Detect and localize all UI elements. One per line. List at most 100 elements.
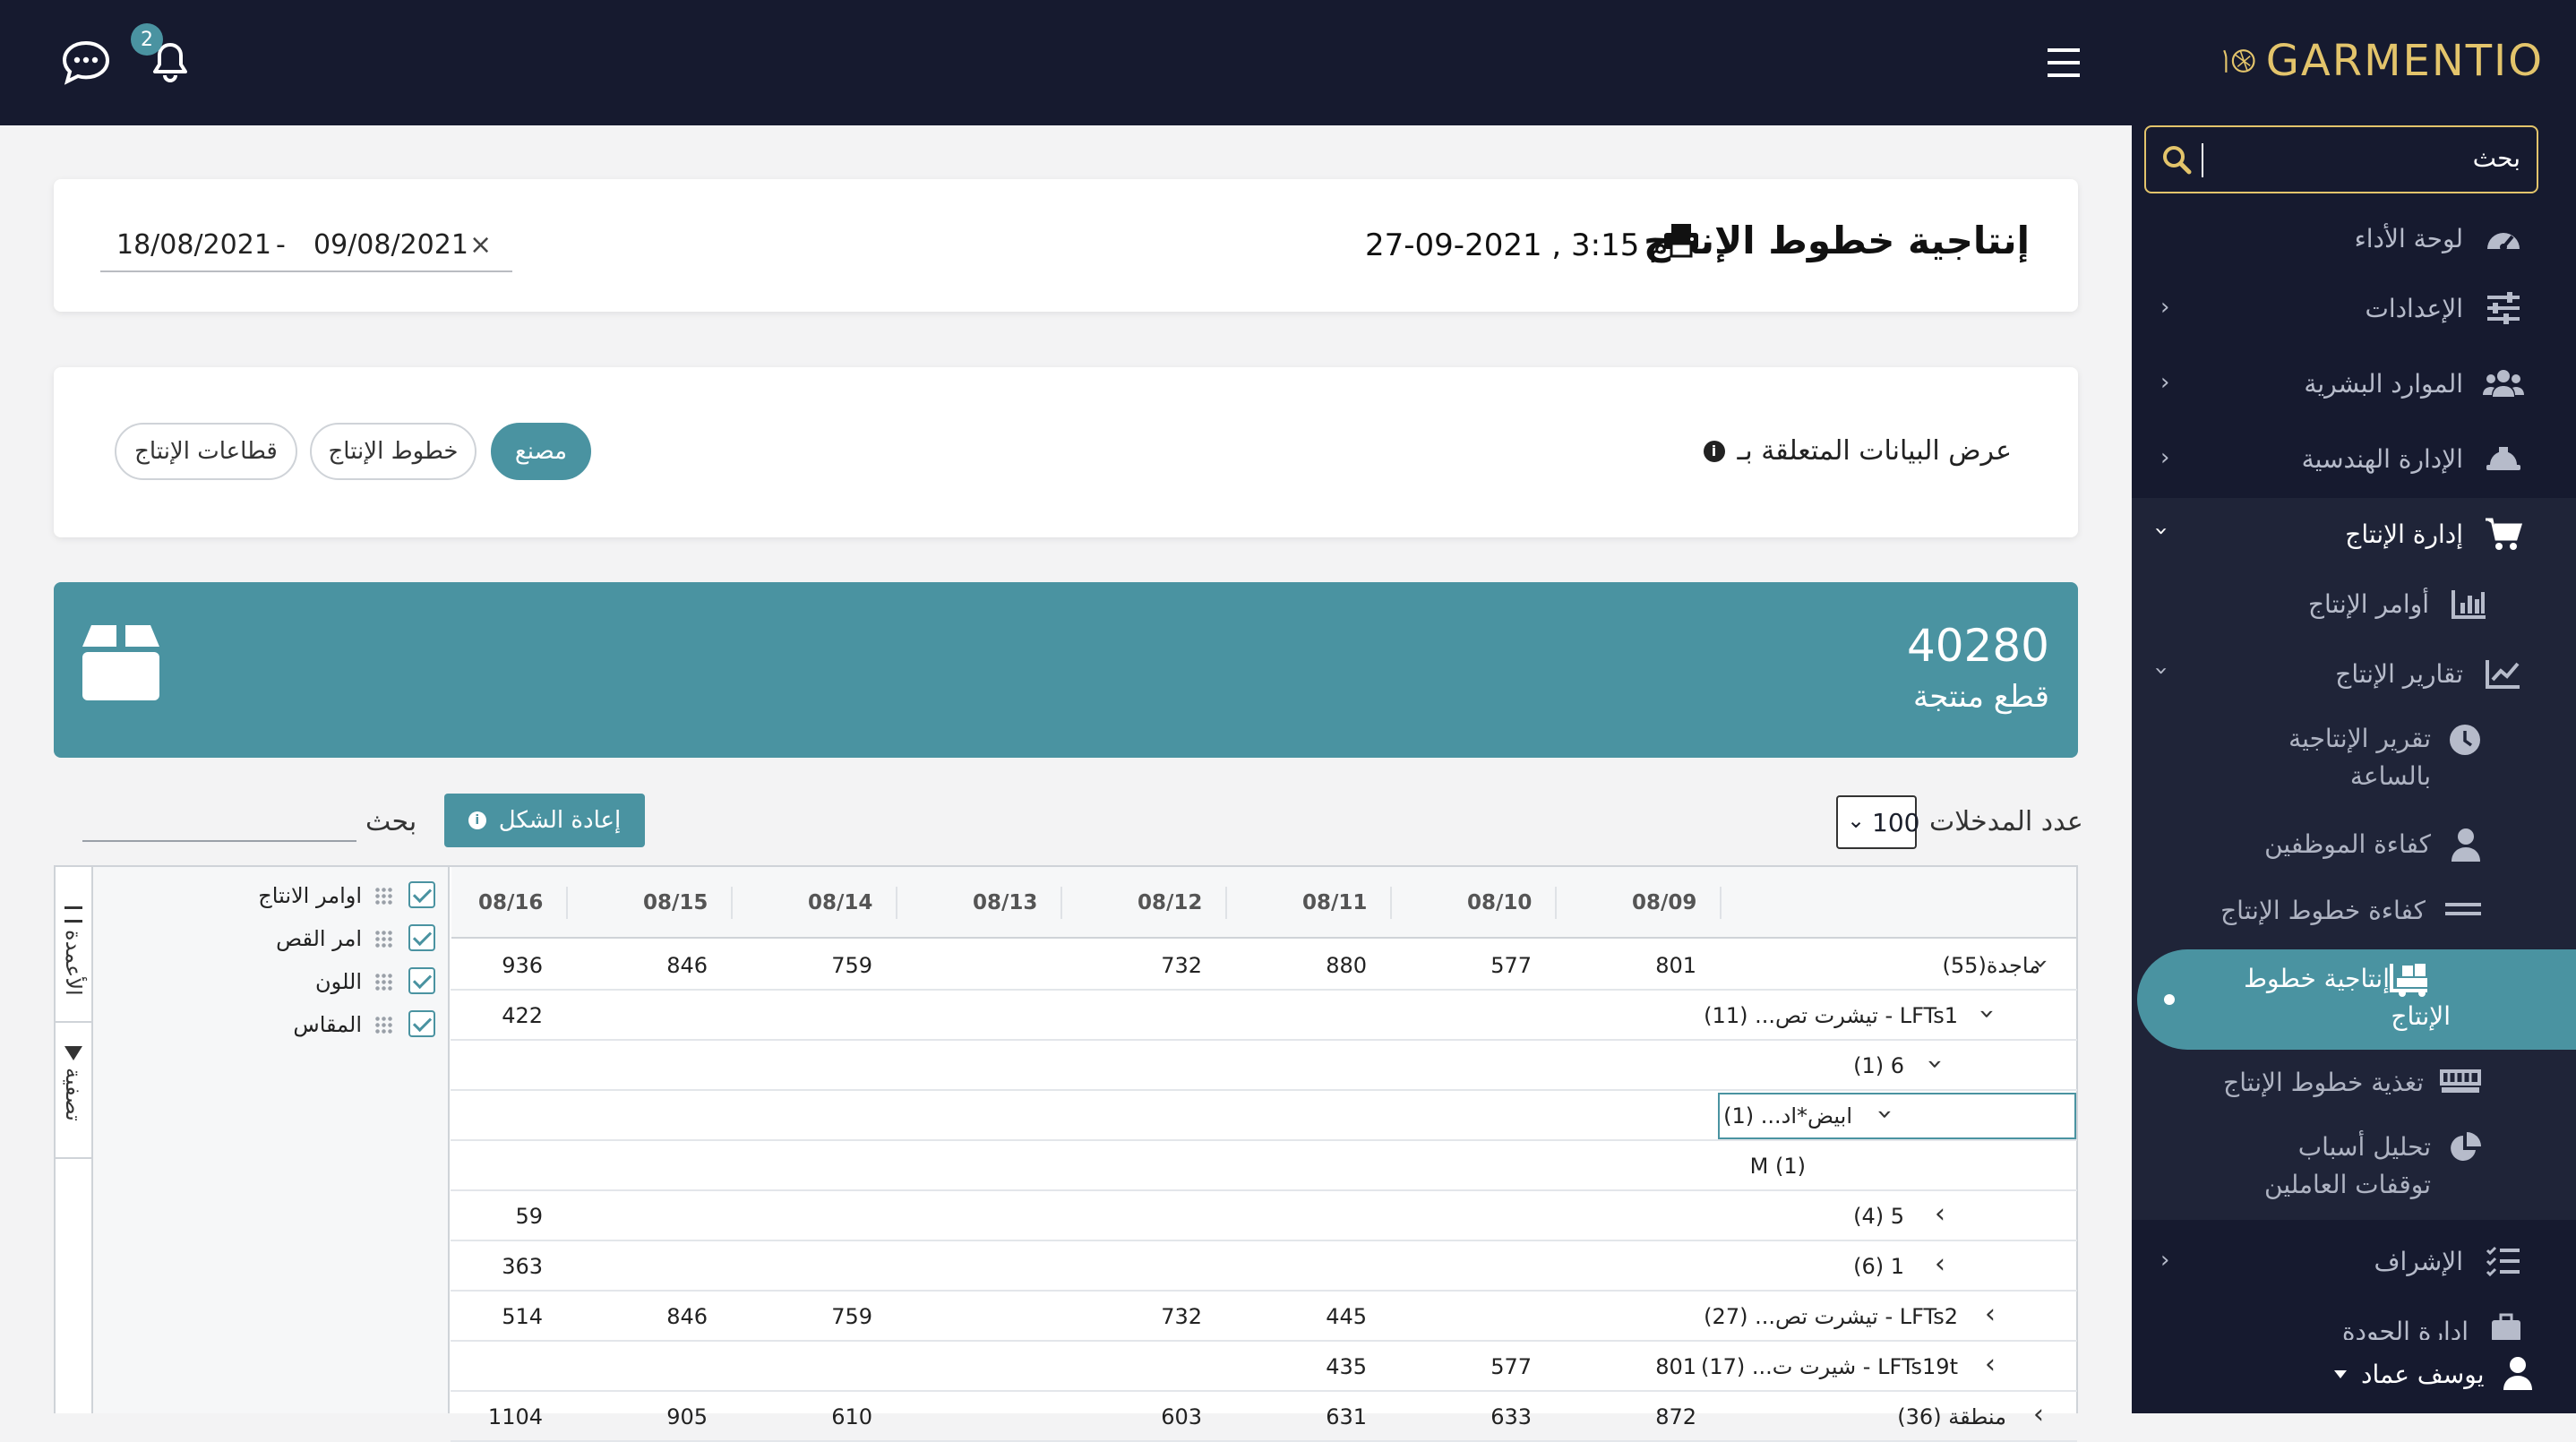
chat-icon[interactable] [61, 39, 111, 86]
date-range-end: 09/08/2021 [313, 229, 468, 261]
checkbox[interactable] [408, 967, 435, 994]
sidebar-subitem-line-productivity[interactable]: إنتاجية خطوط الإنتاج [2137, 949, 2576, 1050]
sidebar-item-label: الإدارة الهندسية [2301, 443, 2463, 474]
chevron-down-icon: ⌄ [1847, 808, 1866, 833]
entries-select[interactable]: ⌄ 100 [1836, 795, 1920, 849]
table-cell: 732 [1161, 953, 1202, 978]
reset-layout-button[interactable]: إعادة الشكل i [444, 794, 645, 847]
notification-badge: 2 [131, 23, 163, 56]
column-separator [896, 887, 897, 919]
side-tab-filter[interactable]: تصفية [56, 1043, 93, 1159]
group-field-label: المقاس [293, 1012, 362, 1037]
collapse-chevron-icon[interactable]: › [2033, 1399, 2044, 1431]
filter-option-production-lines[interactable]: خطوط الإنتاج [310, 423, 477, 480]
sidebar-subitem-employee-efficiency[interactable]: كفاءة الموظفين [2185, 826, 2481, 867]
table-cell: 732 [1161, 1304, 1202, 1329]
column-header[interactable]: 08/10 [1467, 891, 1532, 914]
filter-option-factory[interactable]: مصنع [491, 423, 591, 480]
sidebar-item-quality[interactable]: إدارة الجودة [2293, 1308, 2522, 1343]
chevron-right-icon: › [2160, 444, 2170, 471]
user-footer[interactable]: يوسف عماد [2132, 1340, 2576, 1413]
box-icon [82, 625, 159, 704]
collapse-chevron-icon[interactable]: › [1935, 1198, 1945, 1231]
row-group-label: منطقة (36) [1897, 1404, 2006, 1429]
checkbox[interactable] [408, 881, 435, 908]
sidebar-item-production-reports[interactable]: تقارير الإنتاج [2166, 645, 2524, 702]
table-cell: 514 [502, 1304, 543, 1329]
column-separator [731, 887, 733, 919]
page-title: إنتاجية خطوط الإنتاج [1644, 219, 2030, 262]
expand-chevron-icon[interactable]: › [1971, 1009, 2003, 1019]
checkbox[interactable] [408, 1010, 435, 1037]
sidebar-item-label: تقارير الإنتاج [2335, 658, 2463, 689]
table-row[interactable] [451, 1191, 2077, 1241]
entries-value: 100 [1872, 808, 1920, 837]
filter-option-production-sectors[interactable]: قطاعات الإنتاج [115, 423, 297, 480]
group-field[interactable]: امر القص [125, 923, 448, 958]
sidebar-item-production-management[interactable]: إدارة الإنتاج [2166, 505, 2524, 562]
group-field[interactable]: اوامر الانتاج [125, 880, 448, 915]
table-search-label: بحث [365, 806, 417, 837]
collapse-chevron-icon[interactable]: › [1935, 1249, 1945, 1281]
cart-icon [2483, 513, 2524, 554]
column-header[interactable]: 08/11 [1302, 891, 1367, 914]
sidebar-item-supervision[interactable]: الإشراف [2166, 1232, 2524, 1290]
row-group-label: LFTs1 - تيشرت تص... (11) [1704, 1003, 1958, 1028]
print-icon[interactable] [1662, 222, 1700, 262]
table-search-input[interactable] [82, 801, 356, 842]
table-cell: 445 [1326, 1304, 1367, 1329]
clear-date-button[interactable]: × [469, 229, 492, 261]
date-range-separator: - [276, 229, 286, 261]
column-header[interactable]: 08/09 [1632, 891, 1696, 914]
table-row[interactable] [451, 1041, 2077, 1091]
expand-chevron-icon[interactable]: › [1919, 1059, 1951, 1069]
table-cell: 880 [1326, 953, 1367, 978]
table-row[interactable] [451, 1241, 2077, 1292]
sidebar-item-settings[interactable]: الإعدادات [2166, 279, 2524, 337]
search-icon [2160, 143, 2193, 179]
sidebar-subitem-downtime-analysis[interactable]: تحليل أسباب توقفات العاملين [2185, 1129, 2481, 1215]
column-header[interactable]: 08/15 [643, 891, 708, 914]
chevron-down-icon: › [2148, 665, 2176, 676]
sidebar-subitem-label: كفاءة خطوط الإنتاج [2220, 896, 2426, 925]
table-cell: 577 [1490, 953, 1532, 978]
clock-icon [2449, 724, 2481, 760]
table-row[interactable] [451, 1141, 2077, 1191]
sidebar-search[interactable]: بحث [2144, 125, 2538, 193]
sidebar-subitem-hourly-productivity[interactable]: تقرير الإنتاجية بالساعة [2185, 720, 2481, 806]
table-cell: 577 [1490, 1354, 1532, 1379]
sidebar-item-production-orders[interactable]: أوامر الإنتاج [2168, 575, 2490, 632]
expand-chevron-icon[interactable]: › [1868, 1109, 1901, 1120]
drag-handle-icon[interactable] [374, 973, 394, 992]
column-header[interactable]: 08/14 [808, 891, 872, 914]
user-icon [2503, 1356, 2533, 1394]
table-cell: 59 [515, 1204, 543, 1229]
filter-card: عرض البيانات المتعلقة بـ i مصنع خطوط الإ… [54, 367, 2078, 537]
table-cell: 759 [831, 953, 872, 978]
sidebar-item-label: الإشراف [2374, 1246, 2463, 1276]
logo[interactable]: GARMENTIO [2221, 32, 2544, 90]
date-range-input[interactable]: 18/08/2021 - 09/08/2021 × [100, 219, 512, 272]
collapse-chevron-icon[interactable]: › [1985, 1349, 1996, 1381]
column-header[interactable]: 08/12 [1138, 891, 1202, 914]
group-field[interactable]: اللون [125, 966, 448, 1001]
table-cell: 905 [666, 1404, 708, 1429]
column-header[interactable]: 08/16 [478, 891, 543, 914]
sidebar-subitem-label: كفاءة الموظفين [2264, 829, 2431, 859]
drag-handle-icon[interactable] [374, 1016, 394, 1035]
checkbox[interactable] [408, 924, 435, 951]
drag-handle-icon[interactable] [374, 930, 394, 949]
collapse-chevron-icon[interactable]: › [1985, 1299, 1996, 1331]
sidebar-item-dashboard[interactable]: لوحة الأداء [2166, 210, 2524, 267]
column-header[interactable]: 08/13 [973, 891, 1037, 914]
sidebar-item-hr[interactable]: الموارد البشرية [2166, 355, 2524, 412]
side-tab-columns[interactable]: الأعمدة [56, 903, 93, 1023]
menu-toggle-icon[interactable] [2048, 48, 2080, 77]
sidebar-subitem-line-feeding[interactable]: تغذية خطوط الإنتاج [2168, 1064, 2481, 1105]
search-placeholder: بحث [2472, 143, 2520, 173]
sidebar-item-engineering[interactable]: الإدارة الهندسية [2166, 430, 2524, 487]
filter-label: عرض البيانات المتعلقة بـ i [1703, 435, 2012, 467]
group-field[interactable]: المقاس [125, 1009, 448, 1044]
drag-handle-icon[interactable] [374, 887, 394, 906]
sidebar-subitem-line-efficiency[interactable]: كفاءة خطوط الإنتاج [2168, 892, 2481, 933]
